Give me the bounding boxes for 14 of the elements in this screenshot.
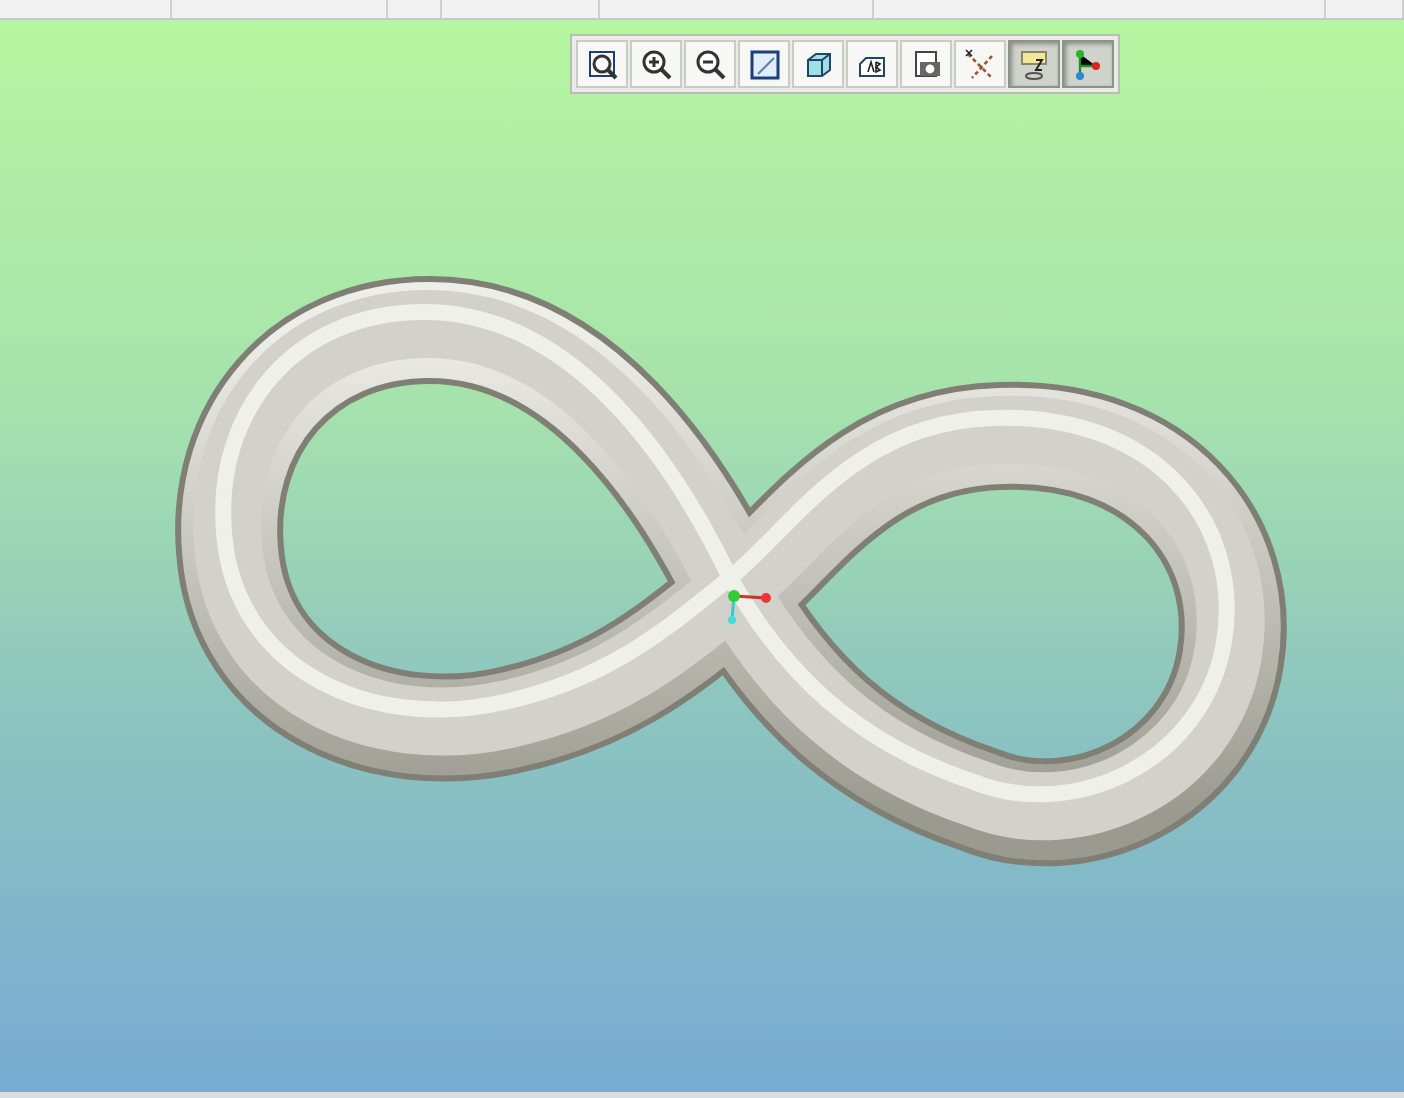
toolbar-button[interactable]	[900, 40, 952, 88]
toolbar-button[interactable]	[846, 40, 898, 88]
toolbar-button[interactable]	[684, 40, 736, 88]
zoom-fit-icon	[586, 48, 618, 80]
toolbar-button[interactable]	[1008, 40, 1060, 88]
axis-triad-icon	[728, 590, 771, 624]
toolbar-button[interactable]	[576, 40, 628, 88]
toolbar-button[interactable]	[630, 40, 682, 88]
shading-icon	[802, 48, 834, 80]
zoom-in-icon	[640, 48, 672, 80]
toolbar-button[interactable]	[792, 40, 844, 88]
zoom-out-icon	[694, 48, 726, 80]
toolbar-button[interactable]	[1062, 40, 1114, 88]
toolbar-button[interactable]	[738, 40, 790, 88]
